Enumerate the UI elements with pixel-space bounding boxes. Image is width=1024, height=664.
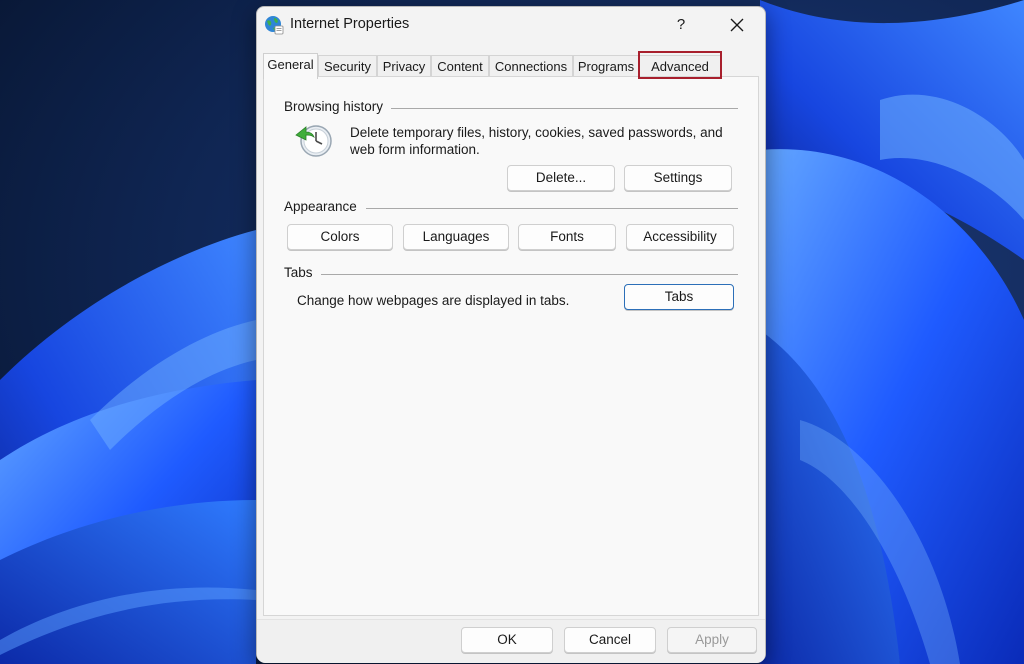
tab-connections[interactable]: Connections [489,55,573,77]
history-clock-icon [294,121,334,161]
tab-advanced[interactable]: Advanced [639,55,721,77]
title-bar[interactable]: Internet Properties ? [257,7,765,43]
tab-strip: General Security Privacy Content Connect… [263,53,759,79]
appearance-heading: Appearance [284,199,365,214]
delete-button[interactable]: Delete... [507,165,615,191]
divider [390,108,738,109]
apply-button[interactable]: Apply [667,627,757,653]
tab-programs[interactable]: Programs [573,55,639,77]
divider [320,274,738,275]
tab-security[interactable]: Security [318,55,377,77]
tabs-description: Change how webpages are displayed in tab… [297,293,570,308]
settings-button[interactable]: Settings [624,165,732,191]
divider [366,208,738,209]
general-tab-panel: Browsing history Delete temporary files,… [263,76,759,616]
languages-button[interactable]: Languages [403,224,509,250]
help-button[interactable]: ? [661,9,701,41]
ok-button[interactable]: OK [461,627,553,653]
fonts-button[interactable]: Fonts [518,224,616,250]
browsing-history-heading: Browsing history [284,99,392,114]
cancel-button[interactable]: Cancel [564,627,656,653]
tab-privacy[interactable]: Privacy [377,55,431,77]
colors-button[interactable]: Colors [287,224,393,250]
close-icon [730,18,744,32]
accessibility-button[interactable]: Accessibility [626,224,734,250]
browsing-history-description: Delete temporary files, history, cookies… [350,125,723,157]
tab-content[interactable]: Content [431,55,489,77]
tabs-settings-button[interactable]: Tabs [624,284,734,310]
tab-general[interactable]: General [263,53,318,79]
globe-icon [264,15,284,35]
close-button[interactable] [715,9,759,41]
dialog-footer: OK Cancel Apply [257,619,765,663]
tabs-heading: Tabs [284,265,321,280]
dialog-title: Internet Properties [290,16,410,32]
internet-properties-dialog: Internet Properties ? General Security P… [256,6,766,663]
